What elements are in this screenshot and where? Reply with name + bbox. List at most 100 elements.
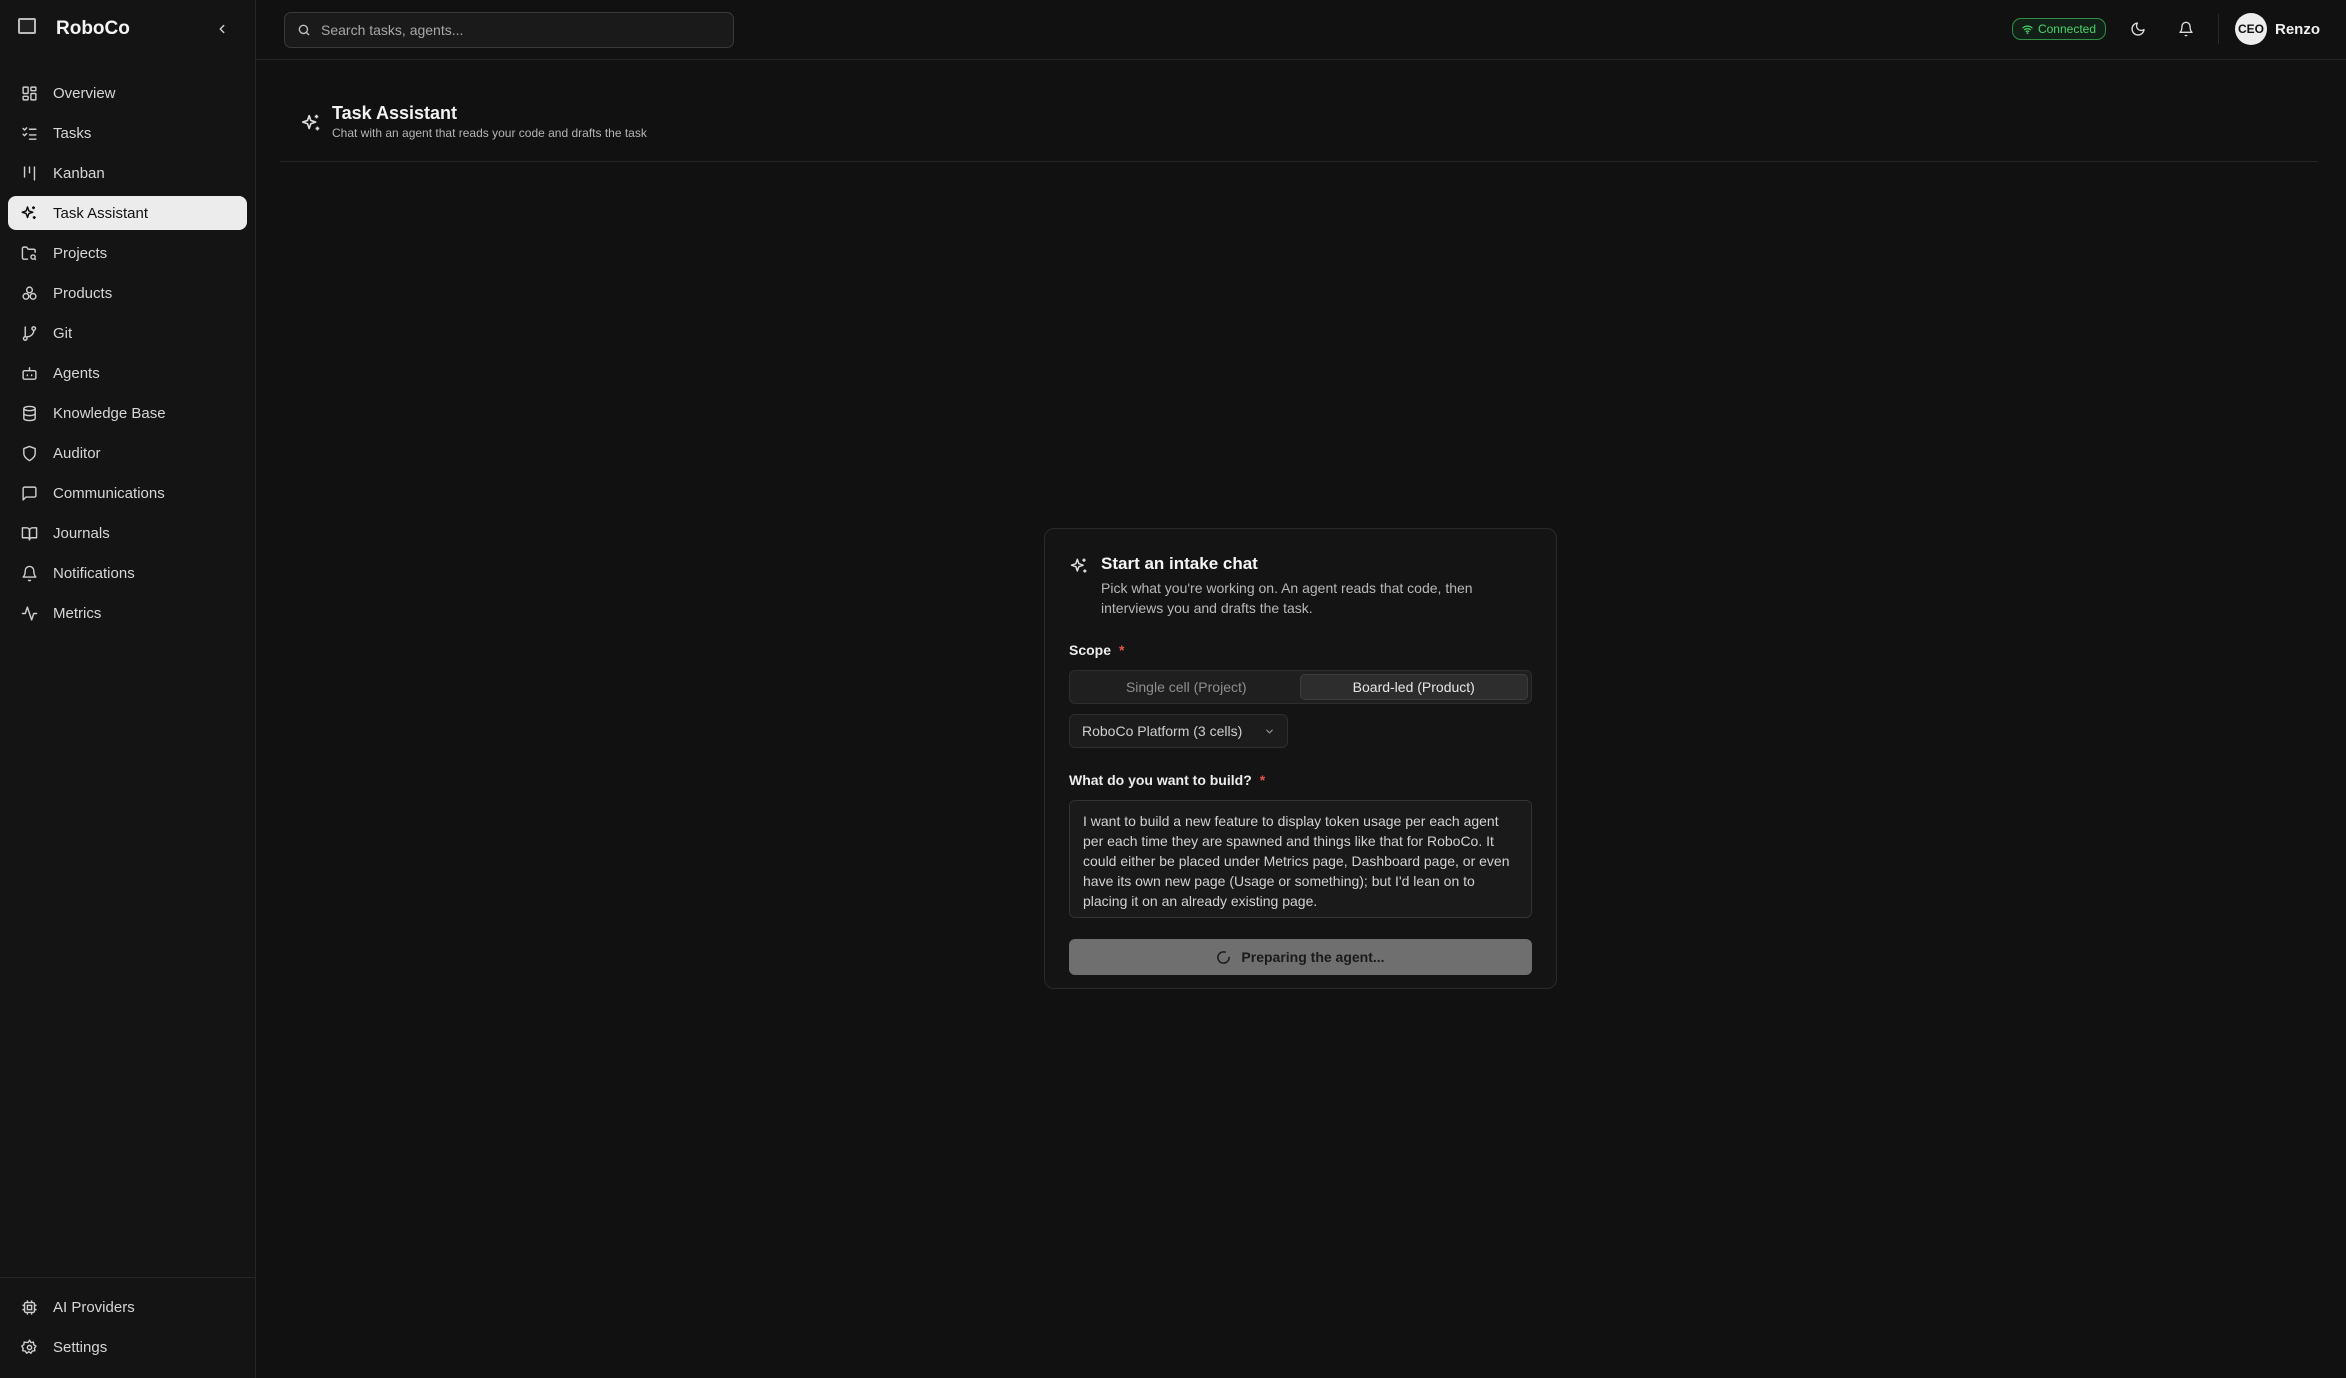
sidebar-item-label: Projects <box>53 244 108 262</box>
intake-card: Start an intake chat Pick what you're wo… <box>1044 528 1557 989</box>
status-badge: Connected <box>2011 18 2106 40</box>
bell-icon <box>20 564 38 582</box>
scope-option-single-cell[interactable]: Single cell (Project) <box>1073 674 1300 700</box>
sidebar-item-label: Kanban <box>53 164 105 182</box>
wifi-icon <box>2022 25 2033 34</box>
sidebar-item-label: Journals <box>53 524 110 542</box>
layout-grid-icon <box>20 84 38 102</box>
sidebar-item-projects[interactable]: Projects <box>8 236 247 270</box>
cpu-icon <box>20 1298 38 1316</box>
card-title: Start an intake chat <box>1101 554 1258 573</box>
sidebar-item-git[interactable]: Git <box>8 316 247 350</box>
product-select[interactable]: RoboCo Platform (3 cells) <box>1069 714 1288 748</box>
app-root: RoboCo Overview Tasks Kanban Task Assist… <box>0 0 2346 1378</box>
sidebar-bottom: AI Providers Settings <box>0 1277 255 1378</box>
scope-option-board-led[interactable]: Board-led (Product) <box>1299 674 1528 700</box>
start-chat-button[interactable]: Preparing the agent... <box>1069 939 1532 975</box>
sidebar-item-label: Knowledge Base <box>53 404 166 422</box>
required-mark: * <box>1119 642 1125 658</box>
sidebar-item-task-assistant[interactable]: Task Assistant <box>8 196 247 230</box>
search-box[interactable] <box>284 11 734 48</box>
avatar: CEO <box>2235 13 2267 45</box>
boxes-icon <box>20 284 38 302</box>
folder-search-icon <box>20 244 38 262</box>
bell-icon <box>2179 21 2193 37</box>
scope-segmented-control: Single cell (Project) Board-led (Product… <box>1069 670 1532 704</box>
sidebar-item-label: Auditor <box>53 444 101 462</box>
status-text: Connected <box>2037 22 2096 36</box>
product-select-value: RoboCo Platform (3 cells) <box>1082 723 1243 739</box>
sidebar-item-products[interactable]: Products <box>8 276 247 310</box>
database-icon <box>20 404 38 422</box>
scope-label: Scope * <box>1069 642 1532 658</box>
spinner-icon <box>1217 950 1231 964</box>
git-branch-icon <box>20 324 38 342</box>
sidebar-item-label: Overview <box>53 84 116 102</box>
sidebar-item-ai-providers[interactable]: AI Providers <box>8 1290 247 1324</box>
sidebar-item-label: Communications <box>53 484 165 502</box>
sidebar-item-label: Notifications <box>53 564 135 582</box>
page-subtitle: Chat with an agent that reads your code … <box>332 126 647 140</box>
sidebar-item-communications[interactable]: Communications <box>8 476 247 510</box>
topbar-right: Connected CEO Renzo <box>2011 0 2320 58</box>
sidebar-item-kanban[interactable]: Kanban <box>8 156 247 190</box>
build-label: What do you want to build? * <box>1069 772 1532 788</box>
list-checks-icon <box>20 124 38 142</box>
card-description: Pick what you're working on. An agent re… <box>1101 580 1473 616</box>
sparkles-icon <box>300 112 322 134</box>
start-chat-button-label: Preparing the agent... <box>1241 949 1385 965</box>
sidebar-item-label: Products <box>53 284 113 302</box>
logo-icon <box>16 18 38 40</box>
sidebar-item-tasks[interactable]: Tasks <box>8 116 247 150</box>
divider <box>2218 14 2219 44</box>
sidebar-item-agents[interactable]: Agents <box>8 356 247 390</box>
sidebar-item-auditor[interactable]: Auditor <box>8 436 247 470</box>
sidebar-item-overview[interactable]: Overview <box>8 76 247 110</box>
build-label-text: What do you want to build? <box>1069 772 1252 788</box>
sidebar-item-metrics[interactable]: Metrics <box>8 596 247 630</box>
sidebar-item-knowledge-base[interactable]: Knowledge Base <box>8 396 247 430</box>
scope-label-text: Scope <box>1069 642 1112 658</box>
sparkles-icon <box>1069 556 1089 576</box>
card-header: Start an intake chat Pick what you're wo… <box>1069 553 1532 618</box>
bot-icon <box>20 364 38 382</box>
sparkles-icon <box>20 204 38 222</box>
sidebar-item-label: Agents <box>53 364 100 382</box>
sidebar-nav: Overview Tasks Kanban Task Assistant Pro… <box>0 58 255 1277</box>
moon-icon <box>2131 22 2145 36</box>
sidebar-item-notifications[interactable]: Notifications <box>8 556 247 590</box>
shield-icon <box>20 444 38 462</box>
page-header: Task Assistant Chat with an agent that r… <box>280 60 2318 162</box>
chevron-left-icon <box>219 24 225 34</box>
sidebar-item-settings[interactable]: Settings <box>8 1330 247 1364</box>
sidebar-item-label: Task Assistant <box>53 204 149 222</box>
sidebar-item-label: Tasks <box>53 124 92 142</box>
sidebar: RoboCo Overview Tasks Kanban Task Assist… <box>0 0 256 1378</box>
topbar: Connected CEO Renzo <box>256 0 2346 60</box>
sidebar-item-label: AI Providers <box>53 1298 135 1316</box>
message-square-icon <box>20 484 38 502</box>
content-area: Start an intake chat Pick what you're wo… <box>256 162 2346 1378</box>
page-title: Task Assistant <box>332 103 458 123</box>
build-description-textarea[interactable]: I want to build a new feature to display… <box>1069 800 1532 918</box>
brand-name: RoboCo <box>56 18 130 39</box>
main: Connected CEO Renzo Task Assis <box>256 0 2346 1378</box>
required-mark: * <box>1259 772 1266 788</box>
sidebar-item-label: Metrics <box>53 604 102 622</box>
gear-icon <box>20 1338 38 1356</box>
notifications-button[interactable] <box>2170 13 2202 45</box>
sidebar-item-journals[interactable]: Journals <box>8 516 247 550</box>
brand: RoboCo <box>0 0 255 58</box>
theme-toggle-button[interactable] <box>2122 13 2154 45</box>
activity-icon <box>20 604 38 622</box>
user-menu[interactable]: CEO Renzo <box>2235 13 2320 45</box>
search-icon <box>298 24 310 35</box>
chevron-down-icon <box>1266 729 1273 734</box>
collapse-sidebar-button[interactable] <box>211 18 233 40</box>
kanban-icon <box>20 164 38 182</box>
book-open-icon <box>20 524 38 542</box>
sidebar-item-label: Settings <box>53 1338 108 1356</box>
sidebar-item-label: Git <box>53 324 73 342</box>
user-name: Renzo <box>2275 20 2320 38</box>
search-input[interactable] <box>321 21 701 38</box>
